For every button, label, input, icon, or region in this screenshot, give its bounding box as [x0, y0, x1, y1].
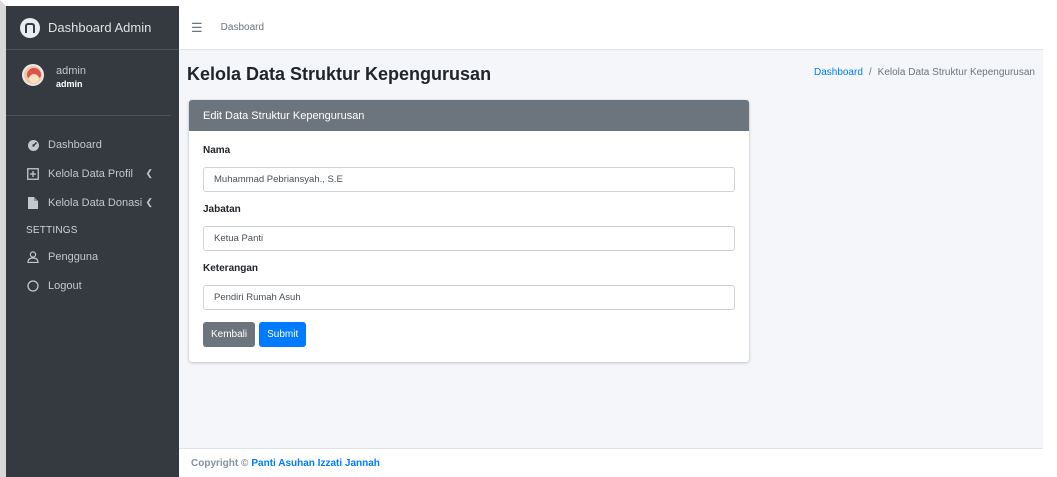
topbar: ☰ Dasboard	[179, 6, 1043, 50]
user-name[interactable]: admin	[56, 64, 86, 78]
avatar[interactable]	[22, 64, 44, 86]
card-title: Edit Data Struktur Kepengurusan	[189, 100, 749, 131]
sidebar-item-label: Kelola Data Donasi	[48, 196, 143, 209]
sidebar-item-dashboard[interactable]: Dashboard	[6, 130, 179, 159]
sidebar-item-pengguna[interactable]: Pengguna	[6, 242, 179, 271]
copyright-text: Copyright ©	[191, 457, 249, 469]
sidebar-item-logout[interactable]: Logout	[6, 271, 179, 300]
user-panel: admin admin	[6, 50, 171, 116]
file-icon	[26, 196, 40, 209]
settings-header: SETTINGS	[26, 225, 78, 236]
brand-link[interactable]: Dashboard Admin	[6, 6, 179, 50]
topbar-link-dashboard[interactable]: Dasboard	[221, 22, 264, 33]
sidebar-item-label: Kelola Data Profil	[48, 167, 133, 180]
breadcrumb: Dashboard / Kelola Data Struktur Kepenguru…	[814, 67, 1035, 78]
hamburger-menu-icon[interactable]: ☰	[191, 20, 203, 36]
footer: Copyright © Panti Asuhan Izzati Jannah	[179, 448, 1043, 477]
brand-logo-icon	[20, 17, 40, 38]
edit-form-card: Edit Data Struktur Kepengurusan Nama Jab…	[189, 100, 749, 362]
sidebar-item-label: Pengguna	[48, 250, 99, 263]
user-role: admin	[56, 79, 83, 89]
back-button[interactable]: Kembali	[203, 322, 256, 347]
footer-link[interactable]: Panti Asuhan Izzati Jannah	[251, 458, 380, 469]
chevron-left-icon: ❮	[145, 168, 153, 178]
page-title: Kelola Data Struktur Kepengurusan	[187, 64, 492, 84]
sidebar-item-kelola-data-donasi[interactable]: Kelola Data Donasi ❮	[6, 188, 179, 217]
jabatan-input[interactable]	[203, 226, 735, 251]
nama-label: Nama	[203, 145, 231, 156]
sidebar-item-label: Logout	[48, 279, 82, 292]
keterangan-input[interactable]	[203, 285, 735, 310]
user-icon	[26, 250, 40, 263]
circle-icon	[26, 279, 40, 292]
breadcrumb-current: Kelola Data Struktur Kepengurusan	[877, 67, 1035, 78]
tachometer-icon	[26, 139, 40, 151]
sidebar: Dashboard Admin admin admin Dashboard Ke…	[6, 6, 179, 477]
breadcrumb-separator: /	[868, 67, 872, 78]
sidebar-item-label: Dashboard	[48, 138, 102, 151]
chevron-left-icon: ❮	[145, 197, 153, 207]
jabatan-label: Jabatan	[203, 204, 241, 215]
brand-title: Dashboard Admin	[48, 20, 152, 35]
form-actions: Kembali Submit	[203, 322, 735, 347]
sidebar-item-kelola-data-profil[interactable]: Kelola Data Profil ❮	[6, 159, 179, 188]
submit-button[interactable]: Submit	[259, 322, 307, 347]
sidebar-nav: Dashboard Kelola Data Profil ❮ Kelola Da…	[6, 116, 179, 300]
breadcrumb-home-link[interactable]: Dashboard	[814, 67, 863, 78]
content-wrapper: Kelola Data Struktur Kepengurusan Dashbo…	[179, 50, 1043, 448]
nama-input[interactable]	[203, 167, 735, 192]
keterangan-label: Keterangan	[203, 263, 259, 274]
plus-square-icon	[26, 167, 40, 180]
